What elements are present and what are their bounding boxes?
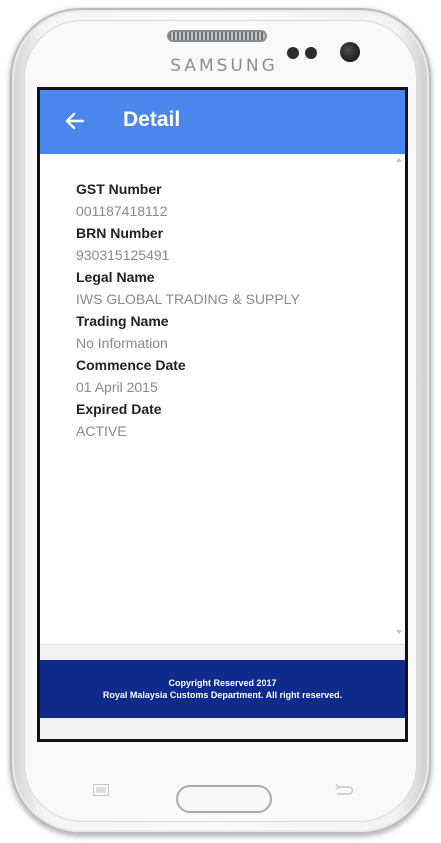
field-value: ACTIVE — [76, 423, 127, 439]
field-label: Commence Date — [76, 357, 186, 373]
field-label: Legal Name — [76, 269, 155, 285]
app-bar: Detail — [40, 90, 405, 154]
field-value: 001187418112 — [76, 203, 168, 219]
field-expired-date: Expired Date ACTIVE — [76, 398, 376, 442]
device-brand: SAMSUNG — [170, 56, 278, 76]
field-value: No Information — [76, 335, 168, 351]
app-window: Detail GST Number 001187418112 BRN Numbe… — [40, 90, 405, 739]
home-button[interactable] — [176, 785, 272, 813]
field-value: 930315125491 — [76, 247, 170, 263]
page-title: Detail — [123, 108, 181, 131]
field-label: Expired Date — [76, 401, 162, 417]
scrollbar[interactable] — [395, 158, 403, 634]
field-gst-number: GST Number 001187418112 — [76, 178, 376, 222]
arrow-left-icon — [65, 112, 85, 130]
device-screen: Detail GST Number 001187418112 BRN Numbe… — [37, 87, 408, 742]
field-brn-number: BRN Number 930315125491 — [76, 222, 376, 266]
field-label: BRN Number — [76, 225, 164, 241]
screen-bottom-area — [40, 718, 405, 739]
earpiece-speaker — [167, 30, 267, 42]
field-label: GST Number — [76, 181, 162, 197]
back-button[interactable] — [62, 108, 88, 134]
footer-banner: Copyright Reserved 2017 Royal Malaysia C… — [40, 660, 405, 718]
field-commence-date: Commence Date 01 April 2015 — [76, 354, 376, 398]
scroll-down-icon[interactable] — [396, 630, 402, 634]
footer-copyright: Copyright Reserved 2017 — [168, 678, 277, 688]
field-label: Trading Name — [76, 313, 169, 329]
scroll-up-icon[interactable] — [396, 158, 402, 162]
light-sensor — [305, 47, 317, 59]
proximity-sensor — [287, 47, 299, 59]
content-bottom-strip — [40, 644, 405, 660]
front-camera — [340, 42, 360, 62]
field-value: 01 April 2015 — [76, 379, 158, 395]
footer-rights: Royal Malaysia Customs Department. All r… — [102, 690, 343, 700]
menu-icon[interactable] — [93, 784, 109, 796]
detail-fields: GST Number 001187418112 BRN Number 93031… — [76, 178, 376, 442]
field-trading-name: Trading Name No Information — [76, 310, 376, 354]
back-icon[interactable] — [334, 784, 354, 798]
field-legal-name: Legal Name IWS GLOBAL TRADING & SUPPLY — [76, 266, 376, 310]
field-value: IWS GLOBAL TRADING & SUPPLY — [76, 291, 300, 307]
detail-content[interactable]: GST Number 001187418112 BRN Number 93031… — [40, 154, 405, 644]
